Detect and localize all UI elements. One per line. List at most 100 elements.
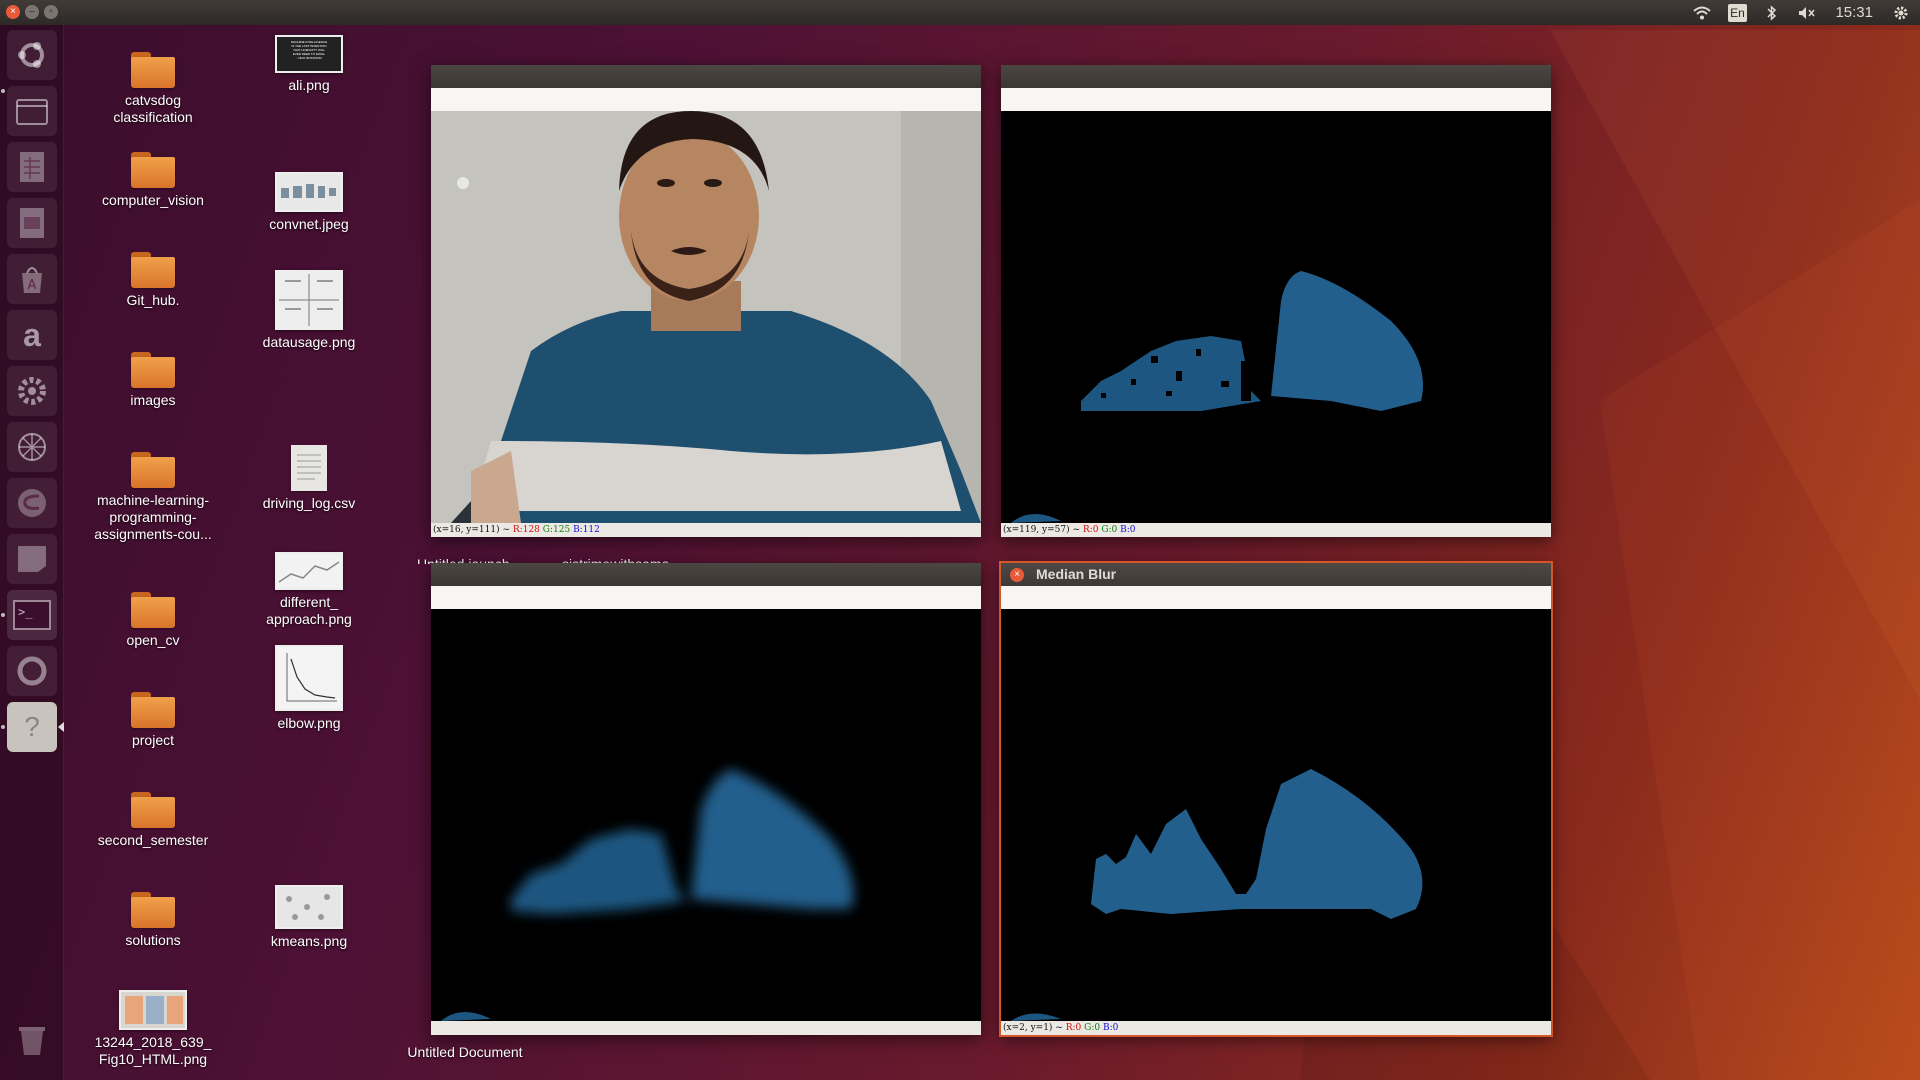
desktop-item[interactable]: 13244_2018_639_ Fig10_HTML.png [88, 990, 218, 1068]
item-label: Git_hub. [126, 292, 180, 308]
files-icon[interactable] [7, 86, 57, 136]
active-indicator [58, 722, 64, 732]
settings-gear-icon[interactable] [1890, 2, 1912, 24]
image-thumbnail-icon [275, 885, 343, 929]
presentation-icon[interactable] [7, 198, 57, 248]
keyboard-layout-icon[interactable]: En [1726, 2, 1748, 24]
folder-icon [131, 692, 175, 728]
image-thumbnail-icon [119, 990, 187, 1030]
folder-icon [131, 452, 175, 488]
median-blur-frame[interactable] [1001, 609, 1551, 1021]
folder-icon [131, 592, 175, 628]
folder-icon [131, 52, 175, 88]
camera-window[interactable]: (x=16, y=111) ~ R:128 G:125 B:112 [431, 65, 981, 537]
volume-muted-icon[interactable] [1796, 2, 1818, 24]
item-label: open_cv [126, 632, 180, 648]
status-bar: (x=119, y=57) ~ R:0 G:0 B:0 [1001, 523, 1551, 537]
clock[interactable]: 15:31 [1835, 4, 1873, 21]
item-label: Untitled Document [407, 1044, 523, 1060]
item-label: solutions [125, 932, 181, 948]
item-label: project [131, 732, 175, 748]
desktop-item[interactable]: different_ approach.png [244, 552, 374, 628]
desktop-item[interactable]: Untitled Document [400, 1040, 530, 1061]
bluetooth-icon[interactable] [1761, 2, 1783, 24]
mask-frame[interactable] [1001, 111, 1551, 523]
desktop-item[interactable]: convnet.jpeg [244, 172, 374, 233]
folder-icon [131, 152, 175, 188]
image-thumbnail-icon [275, 552, 343, 590]
wifi-icon[interactable] [1691, 2, 1713, 24]
desktop-item[interactable]: solutions [88, 892, 218, 949]
document-icon [291, 445, 327, 491]
image-thumbnail-icon: MACHINE INTELLIGENCE IS THE LAST INVENTI… [275, 35, 343, 73]
terminal-icon[interactable]: >_ [7, 590, 57, 640]
image-thumbnail-icon [275, 645, 343, 711]
window-titlebar[interactable] [431, 65, 981, 88]
desktop-item[interactable]: catvsdog classification [88, 52, 218, 126]
item-label: second_semester [97, 832, 209, 848]
window-toolbar [431, 88, 981, 111]
item-label: datausage.png [262, 334, 356, 350]
close-icon[interactable]: × [1010, 568, 1024, 582]
blur-frame[interactable] [431, 609, 981, 1021]
notes-icon[interactable] [7, 534, 57, 584]
status-bar: (x=2, y=1) ~ R:0 G:0 B:0 [1001, 1021, 1551, 1035]
settings-icon[interactable] [7, 366, 57, 416]
emacs-icon[interactable] [7, 478, 57, 528]
amazon-icon[interactable]: a [7, 310, 57, 360]
desktop-item[interactable]: MACHINE INTELLIGENCE IS THE LAST INVENTI… [244, 35, 374, 94]
window-titlebar[interactable]: × Median Blur [1001, 563, 1551, 586]
svg-text:A: A [28, 278, 37, 293]
blur-window[interactable] [431, 563, 981, 1035]
update-icon[interactable] [7, 646, 57, 696]
desktop-item[interactable]: kmeans.png [244, 885, 374, 950]
close-window-button[interactable]: × [6, 5, 20, 19]
folder-icon [131, 352, 175, 388]
system-tray: En 15:31 [1691, 0, 1920, 25]
desktop-item[interactable]: Git_hub. [88, 252, 218, 309]
desktop-item[interactable]: project [88, 692, 218, 749]
desktop-item[interactable]: computer_vision [88, 152, 218, 209]
window-titlebar[interactable] [1001, 65, 1551, 88]
folder-icon [131, 252, 175, 288]
help-icon[interactable]: ? [7, 702, 57, 752]
desktop-item[interactable]: second_semester [88, 792, 218, 849]
item-label: ali.png [288, 77, 330, 93]
item-label: driving_log.csv [262, 495, 356, 511]
item-label: machine-learning- programming- assignmen… [94, 492, 212, 542]
desktop-item[interactable]: driving_log.csv [244, 445, 374, 512]
spreadsheet-icon[interactable] [7, 142, 57, 192]
status-bar: (x=16, y=111) ~ R:128 G:125 B:112 [431, 523, 981, 537]
image-thumbnail-icon [275, 172, 343, 212]
item-label: 13244_2018_639_ Fig10_HTML.png [94, 1034, 212, 1067]
window-toolbar [1001, 586, 1551, 609]
item-label: images [130, 392, 176, 408]
camera-frame[interactable] [431, 111, 981, 523]
desktop-item[interactable]: open_cv [88, 592, 218, 649]
software-center-icon[interactable]: A [7, 254, 57, 304]
item-label: kmeans.png [270, 933, 348, 949]
item-label: catvsdog classification [113, 92, 193, 125]
launcher: A a >_ ? [0, 25, 64, 1080]
trash-icon[interactable] [7, 1015, 57, 1065]
window-toolbar [1001, 88, 1551, 111]
network-icon[interactable] [7, 422, 57, 472]
window-titlebar[interactable] [431, 563, 981, 586]
image-thumbnail-icon [275, 270, 343, 330]
desktop-item[interactable]: elbow.png [244, 645, 374, 732]
desktop-item[interactable]: datausage.png [244, 270, 374, 351]
window-toolbar [431, 586, 981, 609]
folder-icon [131, 892, 175, 928]
item-label: different_ approach.png [266, 594, 352, 627]
status-bar [431, 1021, 981, 1035]
mask-window[interactable]: (x=119, y=57) ~ R:0 G:0 B:0 [1001, 65, 1551, 537]
maximize-window-button[interactable]: ▫ [44, 5, 58, 19]
top-panel: × – ▫ En 15:31 [0, 0, 1920, 25]
desktop-item[interactable]: images [88, 352, 218, 409]
item-label: convnet.jpeg [269, 216, 349, 232]
item-label: elbow.png [277, 715, 341, 731]
median-blur-window[interactable]: × Median Blur (x=2, y=1) ~ R:0 G:0 B:0 [999, 561, 1553, 1037]
desktop-item[interactable]: machine-learning- programming- assignmen… [88, 452, 218, 543]
ubuntu-dash-icon[interactable] [7, 30, 57, 80]
minimize-window-button[interactable]: – [25, 5, 39, 19]
